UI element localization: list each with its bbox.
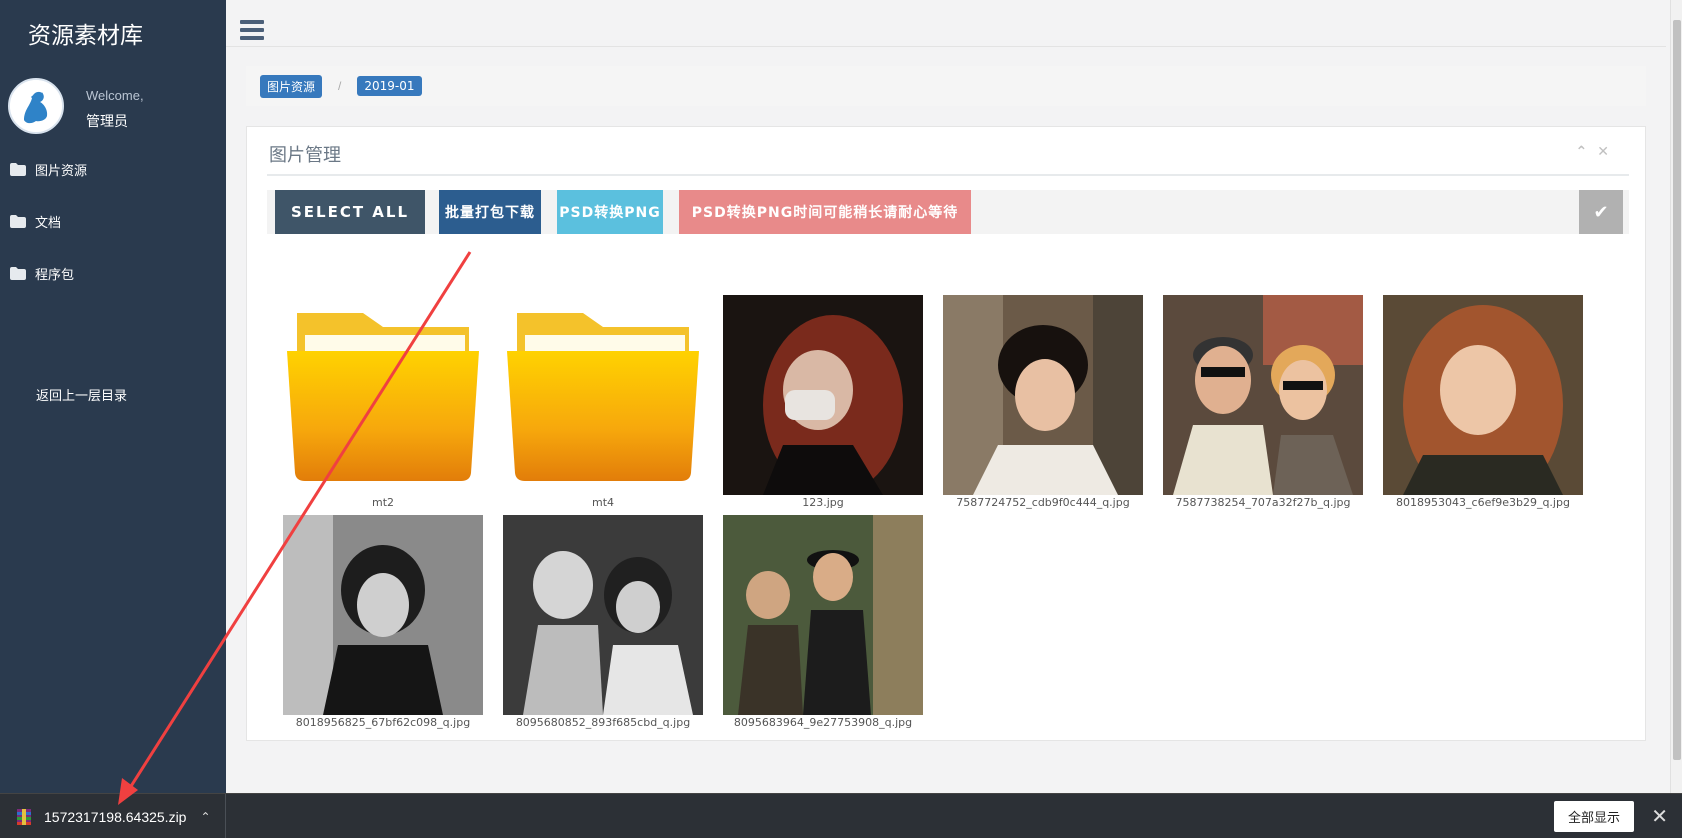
image-item[interactable]: 7587724752_cdb9f0c444_q.jpg <box>943 295 1143 509</box>
archive-icon <box>16 808 32 826</box>
breadcrumb-separator: / <box>338 79 342 93</box>
image-item[interactable]: 8018953043_c6ef9e3b29_q.jpg <box>1383 295 1583 509</box>
image-item[interactable]: 8095683964_9e27753908_q.jpg <box>723 515 923 729</box>
panel-title: 图片管理 <box>269 145 341 166</box>
sidebar-item-label: 图片资源 <box>35 163 88 179</box>
image-item[interactable]: 8095680852_893f685cbd_q.jpg <box>503 515 703 729</box>
image-thumbnail <box>943 295 1143 495</box>
image-thumbnail <box>723 295 923 495</box>
app-window: 资源素材库 Welcome, 管理员 图片资源 文档 程序包 返回上一层目录 图… <box>0 0 1682 838</box>
download-filename: 1572317198.64325.zip <box>44 808 187 825</box>
image-thumbnail <box>723 515 923 715</box>
main-content: 图片资源 / 2019-01 图片管理 ⌃ ✕ SELECT ALL 批量打包下… <box>226 0 1682 793</box>
folder-icon <box>503 295 703 495</box>
top-bar <box>226 0 1666 47</box>
image-item[interactable]: 8018956825_67bf62c098_q.jpg <box>283 515 483 729</box>
sidebar-item-images[interactable]: 图片资源 <box>10 158 87 180</box>
panel-divider <box>267 174 1629 176</box>
image-item[interactable]: 123.jpg <box>723 295 923 509</box>
file-caption: 123.jpg <box>802 496 844 509</box>
brand-title: 资源素材库 <box>28 23 143 49</box>
psd-conversion-warning[interactable]: PSD转换PNG时间可能稍长请耐心等待 <box>679 190 971 234</box>
confirm-check-button[interactable]: ✔ <box>1579 190 1623 234</box>
username: 管理员 <box>86 114 128 130</box>
menu-toggle-icon[interactable] <box>240 20 264 40</box>
file-caption: 8018956825_67bf62c098_q.jpg <box>295 716 471 729</box>
file-caption: 7587724752_cdb9f0c444_q.jpg <box>956 496 1130 509</box>
image-manager-panel: 图片管理 ⌃ ✕ SELECT ALL 批量打包下载 PSD转换PNG PSD转… <box>246 126 1646 741</box>
sidebar-item-label: 程序包 <box>35 267 75 283</box>
close-icon[interactable]: ✕ <box>1651 804 1668 829</box>
folder-icon <box>10 266 26 280</box>
sidebar-item-documents[interactable]: 文档 <box>10 210 61 232</box>
image-thumbnail <box>1383 295 1583 495</box>
sidebar-item-label: 文档 <box>35 215 62 231</box>
collapse-icon[interactable]: ⌃ <box>1576 143 1588 160</box>
chevron-up-icon[interactable]: ⌃ <box>200 810 210 824</box>
folder-item-mt2[interactable]: mt2 <box>283 295 483 509</box>
scrollbar-thumb[interactable] <box>1673 20 1681 760</box>
download-bar: 1572317198.64325.zip ⌃ 全部显示 ✕ <box>0 793 1682 838</box>
breadcrumb-item-2019-01[interactable]: 2019-01 <box>357 76 422 96</box>
image-item[interactable]: 7587738254_707a32f27b_q.jpg <box>1163 295 1363 509</box>
avatar[interactable] <box>8 78 64 134</box>
action-toolbar: SELECT ALL 批量打包下载 PSD转换PNG PSD转换PNG时间可能稍… <box>267 190 1629 234</box>
file-caption: mt2 <box>371 496 395 509</box>
show-all-downloads-button[interactable]: 全部显示 <box>1554 801 1634 832</box>
image-thumbnail <box>1163 295 1363 495</box>
file-caption: mt4 <box>591 496 615 509</box>
back-to-parent-link[interactable]: 返回上一层目录 <box>36 385 127 404</box>
folder-item-mt4[interactable]: mt4 <box>503 295 703 509</box>
folder-icon <box>283 295 483 495</box>
select-all-button[interactable]: SELECT ALL <box>275 190 425 234</box>
folder-icon <box>10 214 26 228</box>
image-thumbnail <box>503 515 703 715</box>
welcome-text: Welcome, <box>86 88 144 103</box>
file-caption: 8018953043_c6ef9e3b29_q.jpg <box>1396 496 1570 509</box>
sidebar-item-packages[interactable]: 程序包 <box>10 262 74 284</box>
folder-icon <box>10 162 26 176</box>
breadcrumb-item-images[interactable]: 图片资源 <box>260 74 323 98</box>
file-caption: 8095680852_893f685cbd_q.jpg <box>515 716 691 729</box>
breadcrumb: 图片资源 / 2019-01 <box>246 66 1646 106</box>
panel-tools: ⌃ ✕ <box>1576 143 1609 160</box>
file-caption: 8095683964_9e27753908_q.jpg <box>733 716 913 729</box>
checkmark-icon: ✔ <box>1593 201 1609 222</box>
batch-download-button[interactable]: 批量打包下载 <box>439 190 541 234</box>
close-icon[interactable]: ✕ <box>1597 143 1609 160</box>
download-item[interactable]: 1572317198.64325.zip ⌃ <box>10 794 226 838</box>
psd-to-png-button[interactable]: PSD转换PNG <box>557 190 663 234</box>
vertical-scrollbar[interactable] <box>1670 0 1682 793</box>
sidebar: 资源素材库 Welcome, 管理员 图片资源 文档 程序包 返回上一层目录 <box>0 0 226 793</box>
image-thumbnail <box>283 515 483 715</box>
file-caption: 7587738254_707a32f27b_q.jpg <box>1175 496 1351 509</box>
